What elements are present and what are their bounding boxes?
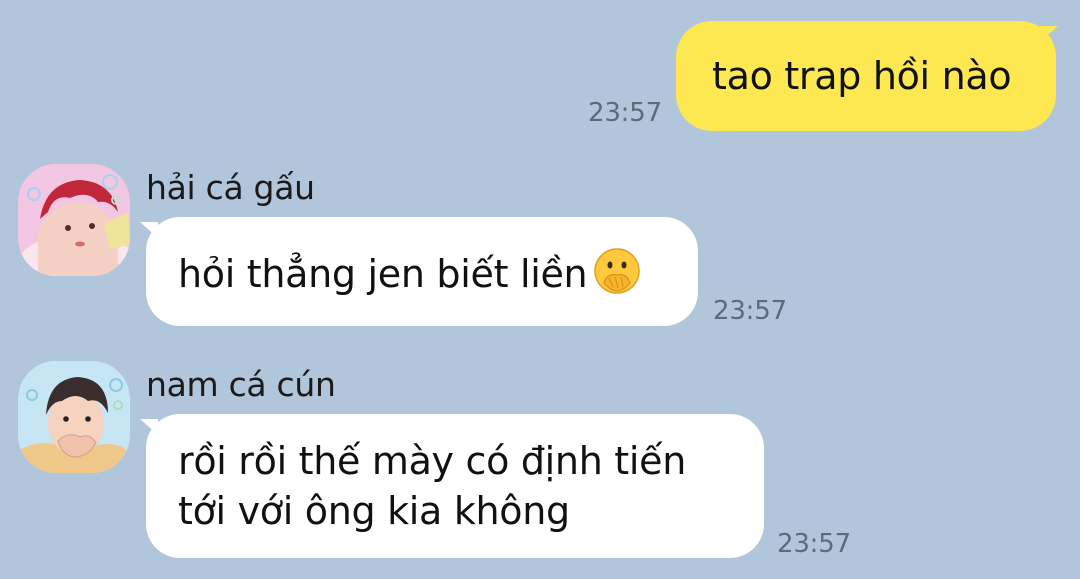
message-bubble[interactable]: tao trap hồi nào [676,21,1056,131]
message-timestamp: 23:57 [777,529,851,559]
chat-window: 23:57 tao trap hồi nào hải cá gấu hỏi th… [0,0,1080,579]
message-text-line: rồi rồi thế mày có định tiến [178,439,686,483]
message-bubble[interactable]: rồi rồi thế mày có định tiến tới với ông… [146,414,764,558]
sender-name: nam cá cún [146,365,336,404]
avatar[interactable] [18,164,130,276]
sender-name: hải cá gấu [146,168,315,207]
message-bubble[interactable]: hỏi thẳng jen biết liền [146,217,698,326]
message-text: hỏi thẳng jen biết liền [178,252,588,296]
message-timestamp: 23:57 [713,296,787,326]
avatar-image [18,164,130,276]
face-with-hand-over-mouth-icon [593,247,641,295]
message-text: tao trap hồi nào [712,54,1012,98]
avatar[interactable] [18,361,130,473]
avatar-image [18,361,130,473]
message-text-line: tới với ông kia không [178,489,570,533]
message-timestamp: 23:57 [588,98,662,128]
